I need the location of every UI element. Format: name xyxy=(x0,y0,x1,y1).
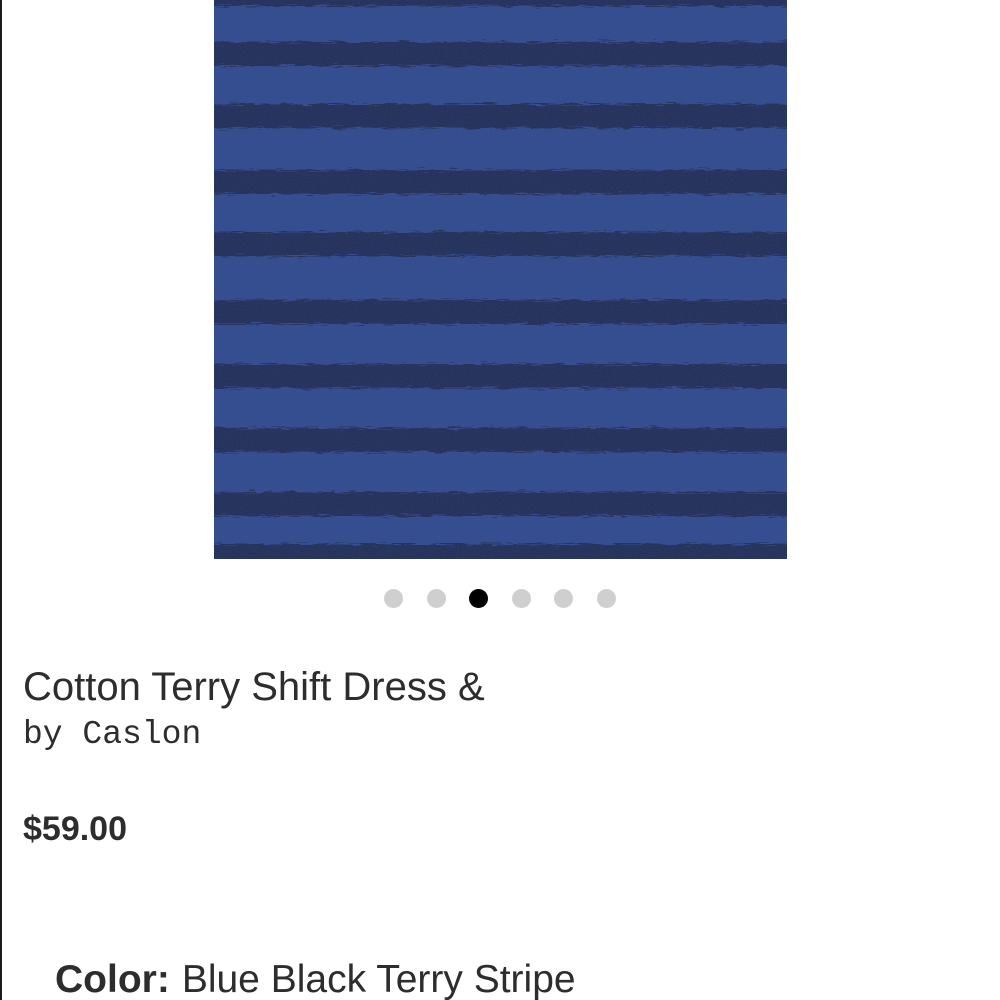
product-price: $59.00 xyxy=(23,810,127,848)
carousel-dot-3[interactable] xyxy=(469,589,488,608)
carousel-dot-5[interactable] xyxy=(554,589,573,608)
carousel-pagination xyxy=(384,589,624,609)
carousel-dot-4[interactable] xyxy=(512,589,531,608)
left-border xyxy=(0,0,2,1000)
brand-line: by Caslon xyxy=(23,715,201,755)
color-selector-label: Color: Blue Black Terry Stripe xyxy=(55,956,576,1000)
carousel-dot-1[interactable] xyxy=(384,589,403,608)
fabric-stripe-pattern xyxy=(214,0,787,559)
color-label: Color: xyxy=(55,958,170,1000)
color-value: Blue Black Terry Stripe xyxy=(181,958,576,1000)
product-image[interactable] xyxy=(214,0,787,559)
brand-by-prefix: by xyxy=(23,716,63,753)
carousel-dot-6[interactable] xyxy=(597,589,616,608)
carousel-dot-2[interactable] xyxy=(427,589,446,608)
product-title: Cotton Terry Shift Dress & xyxy=(23,665,485,709)
brand-link[interactable]: Caslon xyxy=(82,716,201,753)
